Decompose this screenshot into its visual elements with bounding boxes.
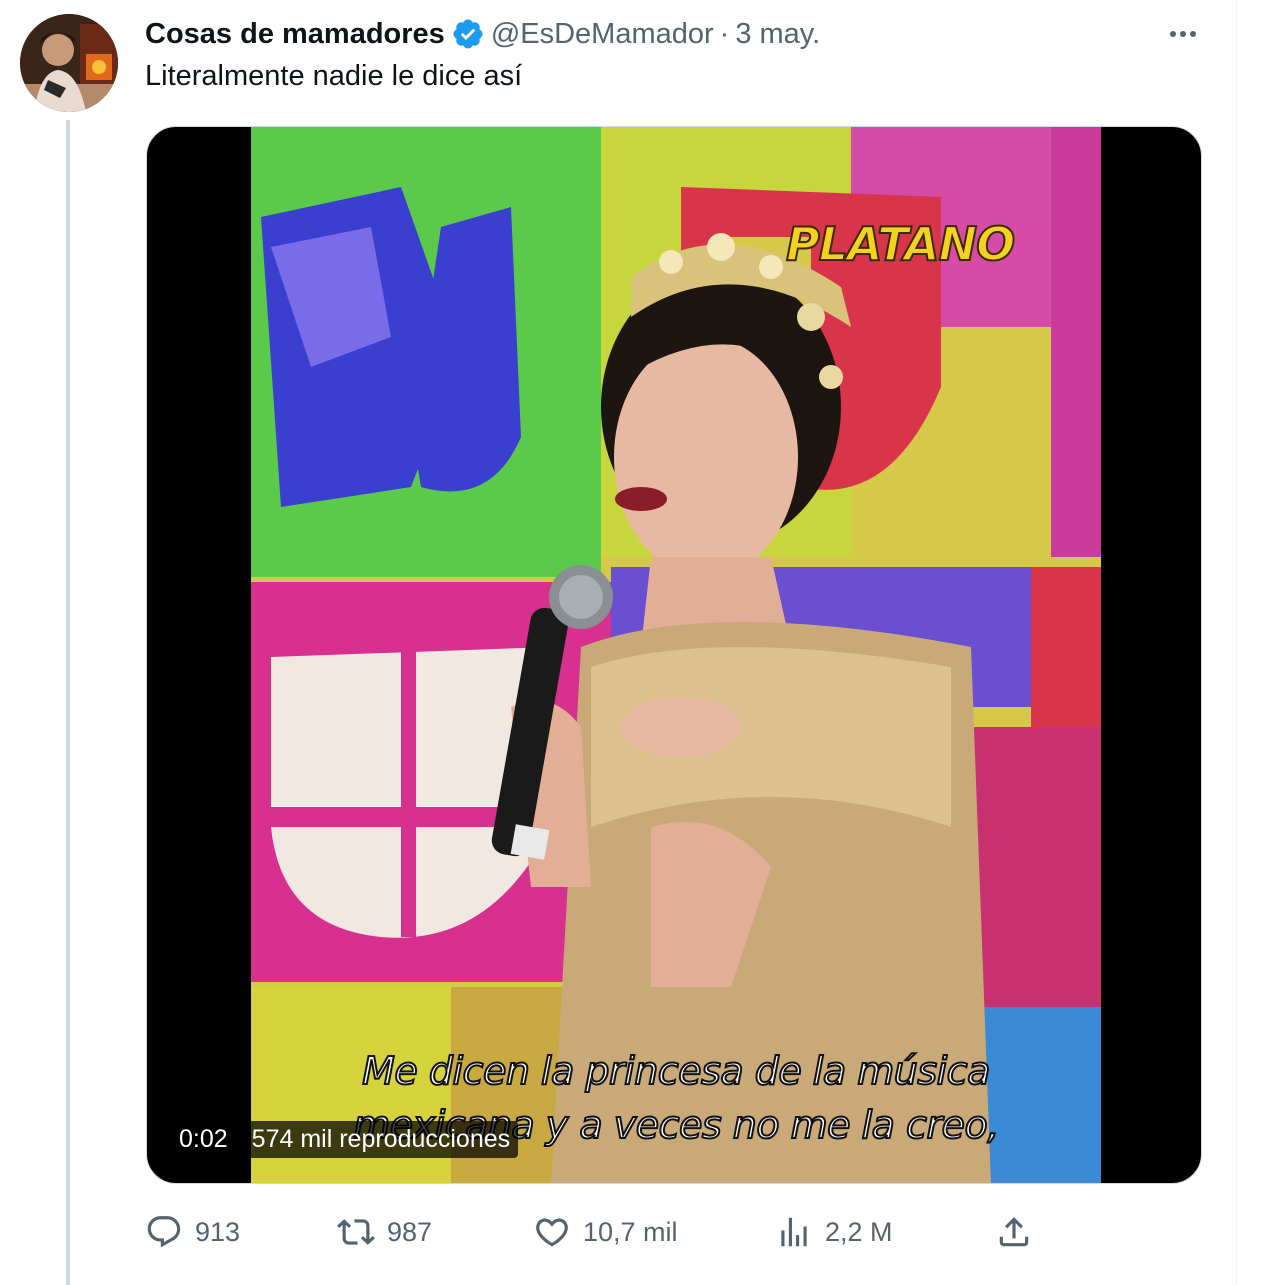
video-view-count: 574 mil reproducciones xyxy=(243,1120,519,1158)
more-dot xyxy=(1190,31,1196,37)
thread-line xyxy=(66,120,70,1285)
share-button[interactable] xyxy=(995,1205,1033,1259)
tweet-actions: 913 987 10,7 mil 2,2 M xyxy=(145,1205,1045,1259)
verified-badge-icon[interactable] xyxy=(451,17,485,51)
video-frame[interactable]: PLATANO Me dicen la princesa de la músic… xyxy=(251,127,1101,1183)
avatar[interactable] xyxy=(20,14,118,112)
tweet-header: Cosas de mamadores @EsDeMamador · 3 may. xyxy=(145,14,820,54)
retweet-icon xyxy=(337,1213,375,1251)
retweet-button[interactable]: 987 xyxy=(337,1205,432,1259)
analytics-icon xyxy=(775,1213,813,1251)
column-divider xyxy=(1236,0,1237,1285)
video-subtitle-line: Me dicen la princesa de la música xyxy=(361,1048,991,1094)
more-horizontal-icon[interactable] xyxy=(1160,16,1206,52)
retweet-count: 987 xyxy=(387,1216,433,1247)
avatar-image xyxy=(20,14,118,112)
video-elapsed-time: 0:02 xyxy=(171,1120,236,1158)
header-separator: · xyxy=(719,17,730,50)
author-handle[interactable]: @EsDeMamador xyxy=(491,18,714,51)
more-dot xyxy=(1170,31,1176,37)
share-icon xyxy=(995,1213,1033,1251)
overlay-logo: PLATANO xyxy=(785,216,1016,272)
tweet-text: Literalmente nadie le dice así xyxy=(145,60,523,92)
reply-icon xyxy=(145,1213,183,1251)
views-button[interactable]: 2,2 M xyxy=(775,1205,893,1259)
video-info-bar: 0:02 574 mil reproducciones xyxy=(171,1120,519,1158)
tweet-date[interactable]: 3 may. xyxy=(735,18,820,51)
heart-icon xyxy=(533,1213,571,1251)
like-count: 10,7 mil xyxy=(583,1216,678,1247)
video-still xyxy=(251,127,1101,1183)
more-dot xyxy=(1180,31,1186,37)
reply-count: 913 xyxy=(195,1216,241,1247)
video-player[interactable]: PLATANO Me dicen la princesa de la músic… xyxy=(146,126,1202,1184)
like-button[interactable]: 10,7 mil xyxy=(533,1205,678,1259)
reply-button[interactable]: 913 xyxy=(145,1205,240,1259)
author-display-name[interactable]: Cosas de mamadores xyxy=(145,18,445,51)
views-count: 2,2 M xyxy=(825,1216,893,1247)
